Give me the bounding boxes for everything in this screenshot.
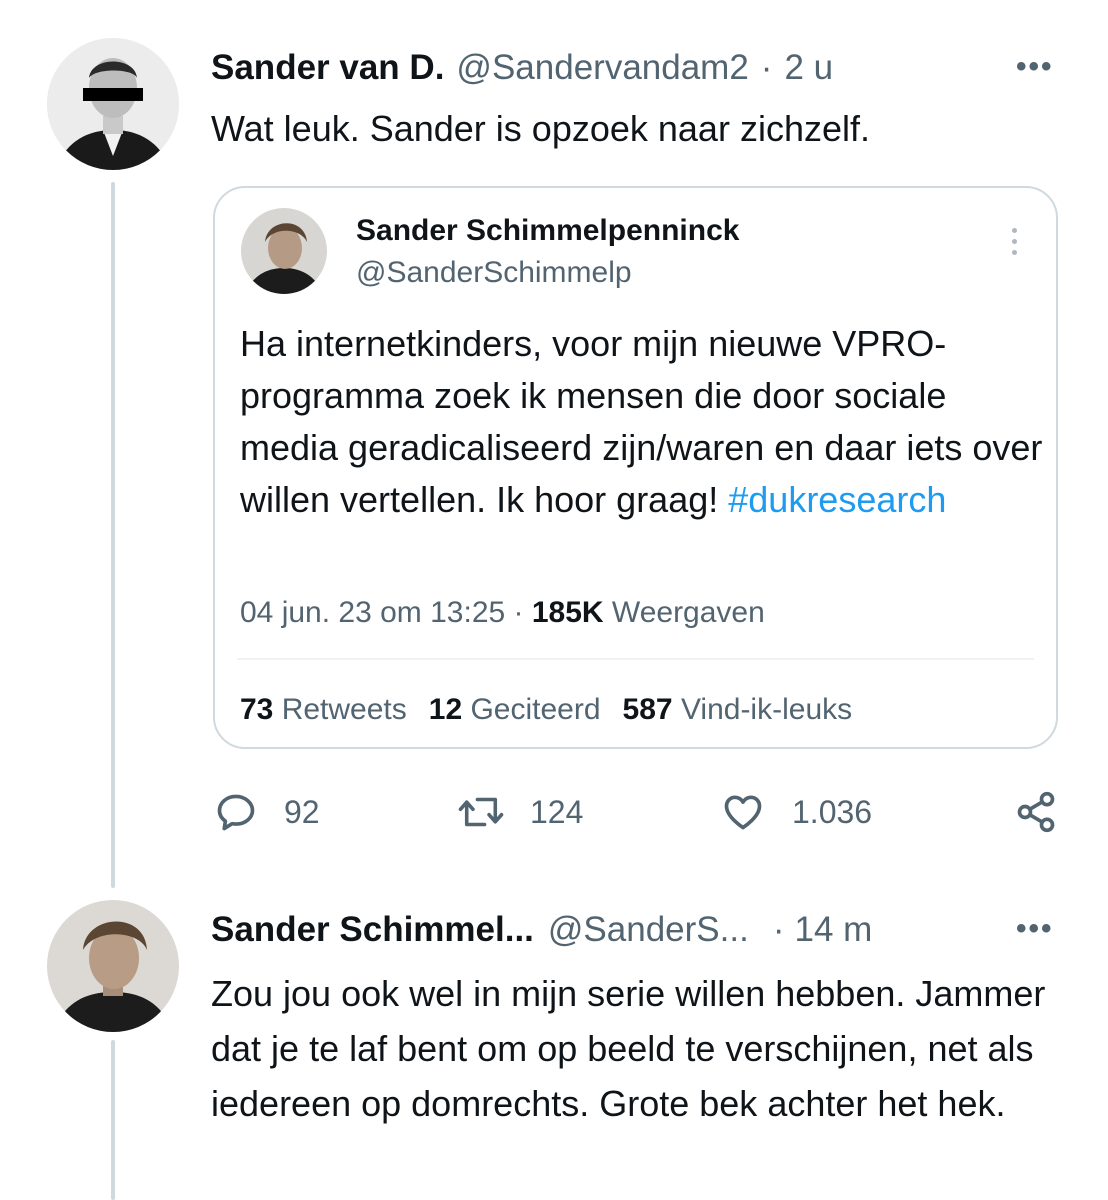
heart-icon: [724, 795, 762, 830]
stat-retweets[interactable]: 73 Retweets: [240, 693, 407, 726]
tweet1-text: Wat leuk. Sander is opzoek naar zichzelf…: [211, 108, 870, 149]
like-button[interactable]: 1.036: [720, 790, 872, 834]
hashtag-link[interactable]: #dukresearch: [728, 479, 946, 520]
tweet1-header: Sander van D. @Sandervandam2 · 2 u: [211, 48, 833, 88]
meta-separator: ·: [505, 596, 532, 629]
like-count: 1.036: [792, 793, 873, 830]
author-name[interactable]: Sander Schimmel...: [211, 910, 534, 950]
author-handle[interactable]: @Sandervandam2: [456, 48, 748, 88]
retweet-icon: [458, 797, 504, 827]
quoted-tweet-card[interactable]: Sander Schimmelpenninck @SanderSchimmelp…: [213, 186, 1058, 749]
stat-quotes[interactable]: 12 Geciteerd: [429, 693, 601, 726]
reply-count: 92: [284, 793, 320, 830]
thread-line-bottom: [111, 1040, 115, 1200]
retweets-count: 73: [240, 693, 274, 726]
quoted-more-icon[interactable]: [1012, 228, 1018, 261]
share-icon: [1017, 791, 1055, 833]
quoted-author-handle[interactable]: @SanderSchimmelp: [356, 256, 632, 290]
author-handle[interactable]: @SanderS...: [548, 910, 749, 950]
quoted-stats: 73 Retweets 12 Geciteerd 587 Vind-ik-leuks: [240, 693, 852, 727]
tweet2-header: Sander Schimmel... @SanderS... · 14 m: [211, 910, 872, 950]
avatar-sander-schimmelpenninck-reply[interactable]: [47, 900, 179, 1032]
avatar-sander-van-d[interactable]: [47, 38, 179, 170]
retweet-button[interactable]: 124: [456, 790, 583, 834]
author-name[interactable]: Sander van D.: [211, 48, 444, 88]
retweets-label: Retweets: [273, 693, 407, 726]
profile-photo-censored-icon: [47, 38, 179, 170]
likes-label: Vind-ik-leuks: [672, 693, 853, 726]
likes-count: 587: [622, 693, 673, 726]
quoted-date[interactable]: 04 jun. 23 om 13:25: [240, 596, 505, 629]
quoted-tweet-text: Ha internetkinders, voor mijn nieuwe VPR…: [240, 318, 1050, 526]
separator-dot: ·: [772, 910, 785, 949]
reply-button[interactable]: 92: [214, 790, 320, 834]
quoted-author-name[interactable]: Sander Schimmelpenninck: [356, 214, 739, 248]
quoted-divider: [237, 658, 1034, 660]
retweet-count: 124: [530, 793, 584, 830]
more-options-icon[interactable]: •••: [1016, 50, 1054, 84]
quotes-count: 12: [428, 693, 463, 726]
timestamp[interactable]: 2 u: [784, 48, 833, 88]
separator-dot: ·: [760, 48, 773, 87]
timestamp[interactable]: 14 m: [794, 910, 872, 950]
views-label: Weergaven: [603, 596, 765, 629]
tweet2-text: Zou jou ook wel in mijn serie willen heb…: [211, 973, 1046, 1124]
views-count: 185K: [531, 596, 604, 629]
share-button[interactable]: [1014, 790, 1058, 834]
profile-photo-icon: [241, 208, 327, 294]
profile-photo-icon: [47, 900, 179, 1032]
thread-line-top: [111, 182, 115, 888]
quotes-label: Geciteerd: [462, 693, 601, 726]
avatar-sander-schimmelpenninck[interactable]: [241, 208, 327, 294]
quoted-meta: 04 jun. 23 om 13:25 · 185K Weergaven: [240, 596, 765, 630]
more-options-icon[interactable]: •••: [1016, 912, 1054, 946]
stat-likes[interactable]: 587 Vind-ik-leuks: [623, 693, 853, 726]
reply-icon: [217, 794, 255, 831]
